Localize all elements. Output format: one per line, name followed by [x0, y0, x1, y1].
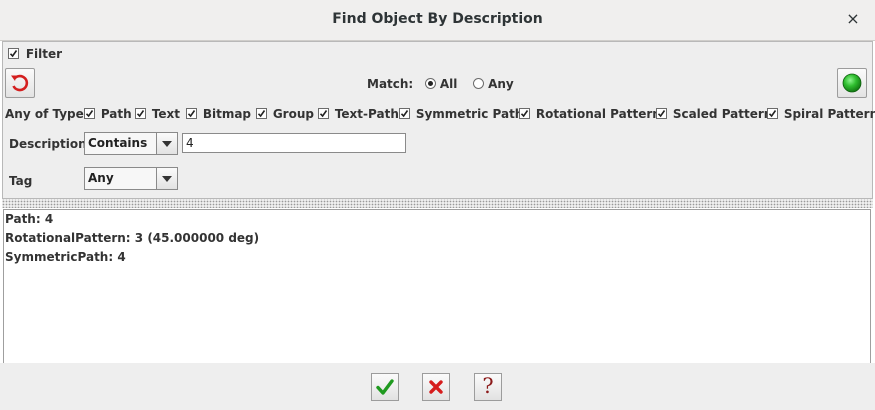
match-label: Match: — [367, 77, 414, 91]
type-group[interactable]: Group — [256, 107, 314, 121]
title-bar: Find Object By Description × — [0, 0, 875, 41]
cancel-button[interactable] — [422, 373, 450, 401]
type-bitmap[interactable]: Bitmap — [186, 107, 251, 121]
type-spiral-pattern-checkbox[interactable] — [767, 108, 778, 119]
green-status-icon — [842, 73, 862, 93]
description-input[interactable] — [182, 133, 406, 153]
type-scaled-pattern[interactable]: Scaled Pattern — [656, 107, 772, 121]
match-any-label: Any — [488, 77, 514, 91]
filter-checkbox-row[interactable]: Filter — [8, 47, 62, 61]
type-rotational-pattern-label: Rotational Pattern — [535, 107, 661, 121]
filter-checkbox[interactable] — [8, 48, 19, 59]
type-symmetric-path-label: Symmetric Path — [415, 107, 524, 121]
list-item[interactable]: RotationalPattern: 3 (45.000000 deg) — [4, 229, 870, 248]
description-label: Description — [9, 137, 87, 151]
type-text-path-checkbox[interactable] — [318, 108, 329, 119]
type-text[interactable]: Text — [135, 107, 180, 121]
description-mode-select[interactable]: Contains — [84, 132, 178, 155]
x-icon — [429, 380, 443, 394]
type-path-label: Path — [100, 107, 132, 121]
chevron-down-icon[interactable] — [156, 168, 177, 189]
type-text-path[interactable]: Text-Path — [318, 107, 399, 121]
results-list[interactable]: Path: 4 RotationalPattern: 3 (45.000000 … — [3, 209, 871, 364]
type-bitmap-label: Bitmap — [202, 107, 252, 121]
chevron-down-icon[interactable] — [156, 133, 177, 154]
match-any-radio[interactable] — [473, 78, 485, 89]
match-all-radio[interactable] — [425, 78, 437, 89]
match-all-option[interactable]: All — [425, 77, 461, 91]
type-group-label: Group — [272, 107, 314, 121]
ok-button[interactable] — [371, 373, 399, 401]
list-item[interactable]: Path: 4 — [4, 210, 870, 229]
undo-icon — [11, 74, 29, 92]
splitter-handle[interactable] — [2, 199, 873, 208]
type-text-label: Text — [151, 107, 181, 121]
reset-button[interactable] — [5, 68, 35, 98]
type-bitmap-checkbox[interactable] — [186, 108, 197, 119]
type-scaled-pattern-checkbox[interactable] — [656, 108, 667, 119]
type-rotational-pattern[interactable]: Rotational Pattern — [519, 107, 661, 121]
tag-value: Any — [88, 171, 114, 185]
list-item[interactable]: SymmetricPath: 4 — [4, 248, 870, 267]
type-text-path-label: Text-Path — [334, 107, 399, 121]
type-group-checkbox[interactable] — [256, 108, 267, 119]
tag-select[interactable]: Any — [84, 167, 178, 190]
close-button[interactable]: × — [845, 10, 861, 28]
type-path[interactable]: Path — [84, 107, 132, 121]
type-rotational-pattern-checkbox[interactable] — [519, 108, 530, 119]
type-symmetric-path[interactable]: Symmetric Path — [399, 107, 523, 121]
tag-label: Tag — [9, 174, 33, 188]
types-label: Any of Type: — [5, 107, 89, 121]
type-spiral-pattern-label: Spiral Pattern — [783, 107, 875, 121]
description-mode-value: Contains — [88, 136, 148, 150]
type-text-checkbox[interactable] — [135, 108, 146, 119]
help-button[interactable]: ? — [474, 373, 502, 401]
type-spiral-pattern[interactable]: Spiral Pattern — [767, 107, 875, 121]
type-path-checkbox[interactable] — [84, 108, 95, 119]
match-all-label: All — [439, 77, 458, 91]
match-group: Match: All Any — [367, 77, 514, 91]
type-symmetric-path-checkbox[interactable] — [399, 108, 410, 119]
window-title: Find Object By Description — [332, 11, 543, 27]
status-button[interactable] — [837, 68, 867, 98]
check-icon — [376, 379, 394, 395]
filter-label: Filter — [25, 47, 63, 61]
type-scaled-pattern-label: Scaled Pattern — [672, 107, 773, 121]
match-any-option[interactable]: Any — [473, 77, 514, 91]
